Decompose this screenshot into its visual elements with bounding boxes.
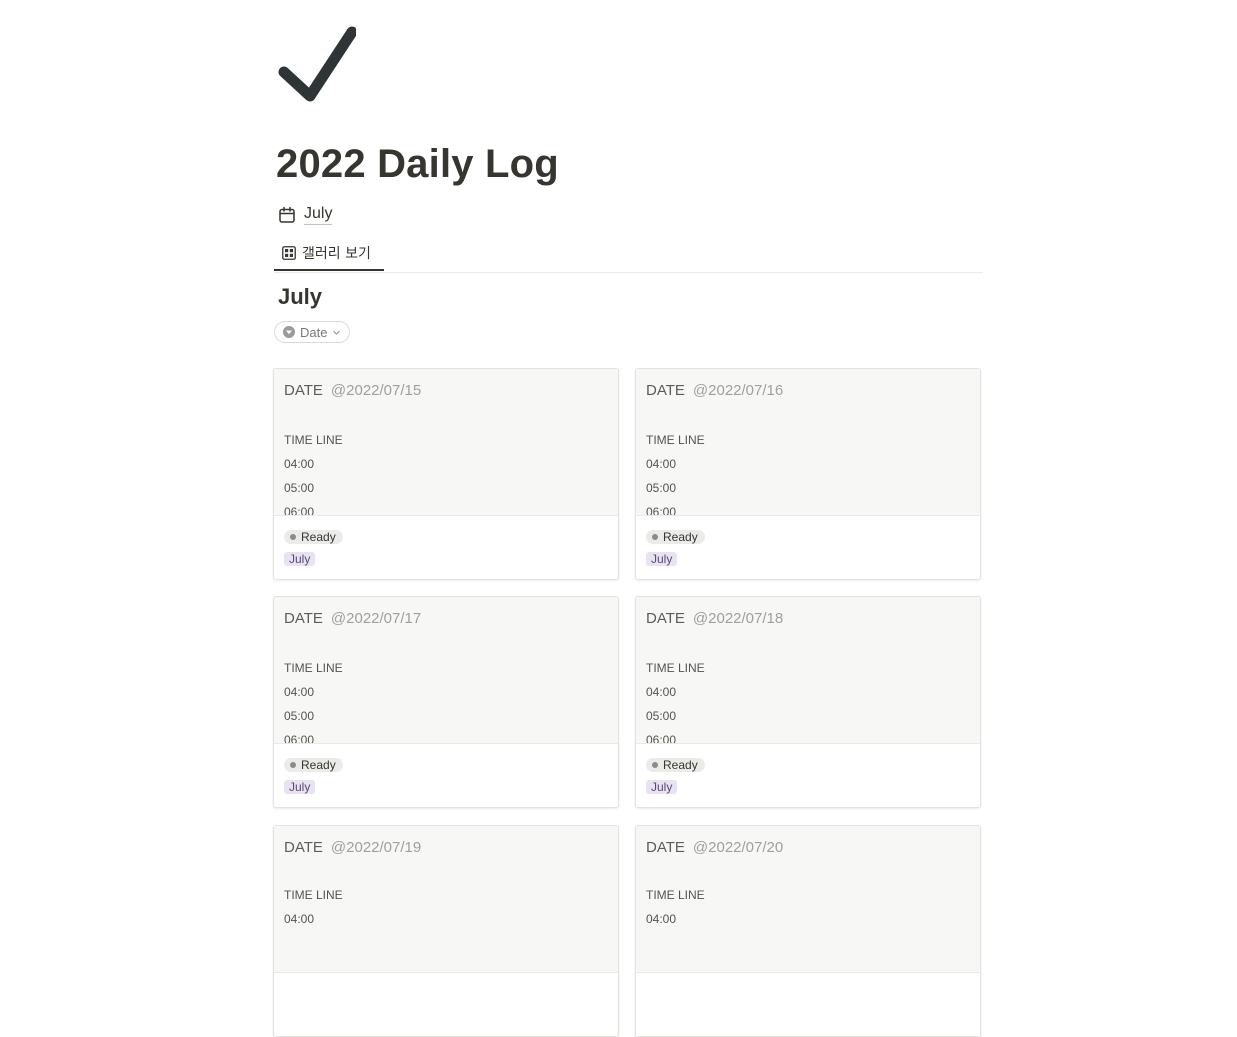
timeline-time: 05:00	[646, 709, 677, 723]
status-label: Ready	[663, 530, 698, 544]
timeline-label: TIME LINE	[646, 661, 705, 675]
timeline-label: TIME LINE	[646, 433, 705, 447]
timeline-time: 05:00	[284, 481, 315, 495]
date-key: DATE	[284, 382, 323, 399]
card-properties: Ready July	[646, 755, 705, 794]
month-tag: July	[284, 552, 316, 566]
timeline-time: 06:00	[284, 733, 315, 744]
month-tag: July	[646, 552, 678, 566]
date-value: @2022/07/15	[330, 382, 422, 399]
date-filter-button[interactable]: Date	[274, 321, 351, 343]
card-date-line: DATE @2022/07/17	[284, 610, 421, 627]
timeline-time: 04:00	[646, 912, 677, 926]
card-preview: DATE @2022/07/19 TIME LINE 04:00	[274, 826, 618, 973]
card-date-line: DATE @2022/07/16	[646, 382, 783, 399]
month-tag: July	[646, 780, 678, 794]
tab-label: 갤러리 보기	[302, 245, 371, 262]
gallery-card[interactable]: DATE @2022/07/20 TIME LINE 04:00	[635, 825, 981, 1037]
calendar-icon	[279, 206, 295, 223]
status-dot	[290, 534, 296, 540]
status-badge: Ready	[646, 530, 705, 544]
gallery-card[interactable]: DATE @2022/07/17 TIME LINE 04:00 05:00 06…	[273, 596, 619, 808]
status-badge: Ready	[646, 758, 705, 772]
status-badge: Ready	[284, 758, 343, 772]
card-date-line: DATE @2022/07/15	[284, 382, 421, 399]
date-key: DATE	[646, 839, 685, 856]
gallery-card[interactable]: DATE @2022/07/19 TIME LINE 04:00	[273, 825, 619, 1037]
status-label: Ready	[301, 530, 336, 544]
gallery-card[interactable]: DATE @2022/07/15 TIME LINE 04:00 05:00 06…	[273, 368, 619, 580]
month-tag: July	[284, 780, 316, 794]
card-date-line: DATE @2022/07/20	[646, 839, 783, 856]
status-dot	[652, 762, 658, 768]
date-key: DATE	[284, 610, 323, 627]
timeline-label: TIME LINE	[646, 888, 705, 902]
card-preview: DATE @2022/07/17 TIME LINE 04:00 05:00 06…	[274, 597, 618, 744]
card-date-line: DATE @2022/07/19	[284, 839, 421, 856]
page-title[interactable]: 2022 Daily Log	[276, 142, 559, 187]
timeline-time: 04:00	[646, 685, 677, 699]
card-preview: DATE @2022/07/15 TIME LINE 04:00 05:00 06…	[274, 369, 618, 516]
status-dot	[290, 762, 296, 768]
timeline-time: 06:00	[284, 505, 315, 516]
timeline-label: TIME LINE	[284, 433, 343, 447]
month-link[interactable]: July	[304, 204, 333, 225]
date-value: @2022/07/16	[692, 382, 784, 399]
month-property: July	[278, 204, 333, 225]
timeline-time: 05:00	[284, 709, 315, 723]
date-key: DATE	[646, 382, 685, 399]
date-value: @2022/07/20	[692, 839, 784, 856]
timeline-time: 04:00	[284, 685, 315, 699]
date-value: @2022/07/18	[692, 610, 784, 627]
timeline-label: TIME LINE	[284, 888, 343, 902]
card-preview: DATE @2022/07/18 TIME LINE 04:00 05:00 06…	[636, 597, 980, 744]
chevron-down-icon	[333, 330, 341, 335]
gallery-card[interactable]: DATE @2022/07/18 TIME LINE 04:00 05:00 06…	[635, 596, 981, 808]
date-value: @2022/07/17	[330, 610, 422, 627]
checkmark-icon[interactable]	[276, 26, 356, 106]
gallery-card[interactable]: DATE @2022/07/16 TIME LINE 04:00 05:00 06…	[635, 368, 981, 580]
timeline-time: 04:00	[646, 457, 677, 471]
status-dot	[652, 534, 658, 540]
timeline-time: 04:00	[284, 457, 315, 471]
card-properties: Ready July	[284, 527, 343, 566]
gallery-icon	[282, 245, 296, 260]
status-label: Ready	[663, 758, 698, 772]
tab-gallery-view[interactable]: 갤러리 보기	[274, 236, 384, 271]
timeline-time: 04:00	[284, 912, 315, 926]
view-tabs: 갤러리 보기	[274, 236, 983, 273]
status-badge: Ready	[284, 530, 343, 544]
card-properties: Ready July	[284, 755, 343, 794]
card-preview: DATE @2022/07/20 TIME LINE 04:00	[636, 826, 980, 973]
card-properties: Ready July	[646, 527, 705, 566]
date-value: @2022/07/19	[330, 839, 422, 856]
timeline-time: 06:00	[646, 505, 677, 516]
date-key: DATE	[284, 839, 323, 856]
filter-label: Date	[300, 324, 328, 340]
timeline-time: 05:00	[646, 481, 677, 495]
date-key: DATE	[646, 610, 685, 627]
card-date-line: DATE @2022/07/18	[646, 610, 783, 627]
group-title[interactable]: July	[278, 284, 322, 310]
filter-icon	[283, 326, 295, 338]
timeline-label: TIME LINE	[284, 661, 343, 675]
status-label: Ready	[301, 758, 336, 772]
card-preview: DATE @2022/07/16 TIME LINE 04:00 05:00 06…	[636, 369, 980, 516]
timeline-time: 06:00	[646, 733, 677, 744]
